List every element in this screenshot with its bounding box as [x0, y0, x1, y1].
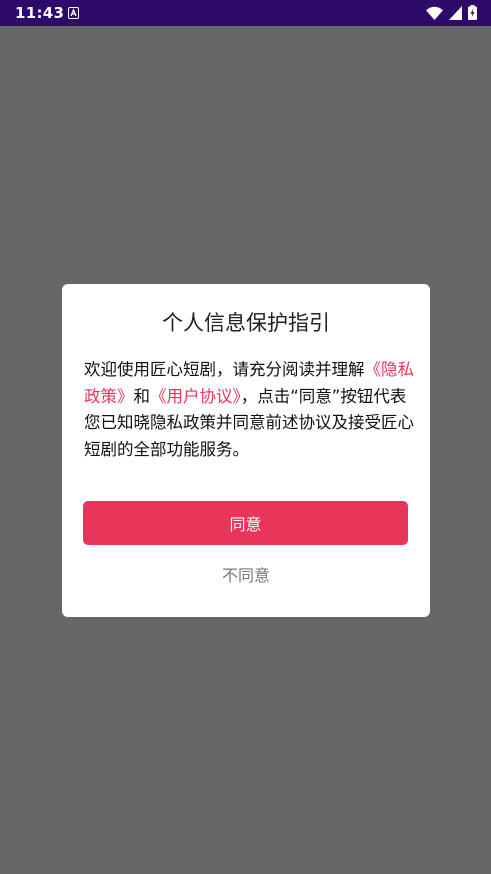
screen: 11:43 个人信息保护指引 欢迎使用匠心短剧，请充分阅读并理解《隐私政策》和《… [0, 0, 491, 874]
user-agreement-link[interactable]: 《用户协议》 [150, 387, 241, 406]
privacy-dialog: 个人信息保护指引 欢迎使用匠心短剧，请充分阅读并理解《隐私政策》和《用户协议》，… [62, 284, 430, 617]
signal-icon [449, 5, 462, 20]
agree-button[interactable]: 同意 [83, 501, 408, 545]
wifi-icon [426, 6, 443, 20]
status-bar: 11:43 [0, 0, 491, 26]
dialog-body: 欢迎使用匠心短剧，请充分阅读并理解《隐私政策》和《用户协议》，点击“同意”按钮代… [84, 357, 414, 463]
body-text-and: 和 [133, 386, 151, 406]
a-letter-icon [68, 7, 79, 19]
disagree-button[interactable]: 不同意 [62, 562, 430, 586]
battery-icon [468, 5, 477, 20]
dialog-title: 个人信息保护指引 [162, 311, 330, 335]
body-text-intro: 欢迎使用匠心短剧，请充分阅读并理解 [84, 360, 365, 379]
status-time: 11:43 [15, 4, 65, 22]
status-icons [426, 5, 477, 20]
